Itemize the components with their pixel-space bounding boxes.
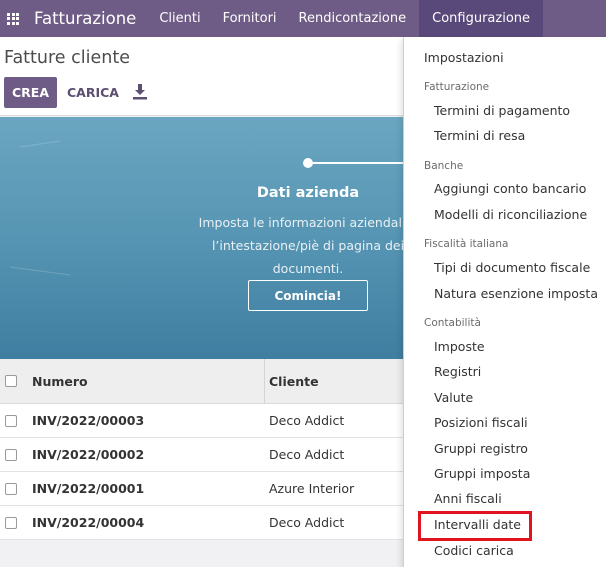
- menu-item-codici-carica[interactable]: Codici carica: [434, 543, 514, 558]
- banner-desc-line: l’intestazione/piè di pagina dei: [211, 238, 405, 253]
- step-indicator-line: [313, 162, 403, 164]
- menu-item-gruppi-imposta[interactable]: Gruppi imposta: [434, 466, 530, 481]
- menu-item-imposte[interactable]: Imposte: [434, 339, 485, 354]
- cell-numero: INV/2022/00004: [32, 515, 145, 530]
- apps-menu-icon[interactable]: [1, 0, 25, 37]
- start-button[interactable]: Comincia!: [248, 280, 368, 311]
- menu-item-anni-fiscali[interactable]: Anni fiscali: [434, 491, 502, 506]
- row-checkbox[interactable]: [5, 482, 17, 495]
- menu-fornitori[interactable]: Fornitori: [212, 0, 288, 37]
- cell-numero: INV/2022/00001: [32, 481, 145, 496]
- banner-description: Imposta le informazioni aziendali p l’in…: [180, 211, 436, 280]
- top-navbar: Fatturazione Clienti Fornitori Rendicont…: [0, 0, 606, 37]
- menu-item-posizioni-fiscali[interactable]: Posizioni fiscali: [434, 415, 528, 430]
- cell-numero: INV/2022/00002: [32, 447, 145, 462]
- menu-clienti[interactable]: Clienti: [148, 0, 211, 37]
- cell-cliente: Deco Addict: [269, 413, 345, 428]
- menu-configurazione[interactable]: Configurazione: [419, 0, 544, 37]
- select-all-checkbox[interactable]: [5, 375, 17, 387]
- menu-item-aggiungi-conto[interactable]: Aggiungi conto bancario: [434, 181, 586, 196]
- section-header-fatturazione: Fatturazione: [424, 81, 490, 93]
- breadcrumb: Fatture cliente: [4, 48, 130, 68]
- menu-item-valute[interactable]: Valute: [434, 390, 473, 405]
- step-indicator-dot: [303, 158, 313, 168]
- menu-item-natura-esenzione[interactable]: Natura esenzione imposta: [434, 286, 598, 301]
- banner-desc-line: documenti.: [272, 261, 344, 276]
- create-button[interactable]: CREA: [4, 77, 57, 108]
- highlight-box: [418, 511, 532, 541]
- row-checkbox[interactable]: [5, 448, 17, 461]
- menu-item-modelli-riconciliazione[interactable]: Modelli di riconciliazione: [434, 207, 587, 222]
- app-name[interactable]: Fatturazione: [34, 9, 136, 28]
- cell-cliente: Azure Interior: [269, 481, 355, 496]
- column-header-cliente[interactable]: Cliente: [269, 374, 319, 389]
- cell-numero: INV/2022/00003: [32, 413, 145, 428]
- menu-rendicontazione[interactable]: Rendicontazione: [288, 0, 418, 37]
- section-header-contabilita: Contabilità: [424, 317, 481, 329]
- section-header-fiscalita: Fiscalità italiana: [424, 238, 509, 250]
- menu-item-termini-pagamento[interactable]: Termini di pagamento: [434, 103, 570, 118]
- menu-item-termini-resa[interactable]: Termini di resa: [434, 128, 525, 143]
- menu-item-registri[interactable]: Registri: [434, 364, 481, 379]
- section-header-banche: Banche: [424, 160, 464, 172]
- menu-item-impostazioni[interactable]: Impostazioni: [424, 50, 504, 65]
- banner-desc-line: Imposta le informazioni aziendali p: [198, 215, 418, 230]
- row-checkbox[interactable]: [5, 516, 17, 529]
- menu-item-tipi-documento[interactable]: Tipi di documento fiscale: [434, 260, 590, 275]
- cell-cliente: Deco Addict: [269, 447, 345, 462]
- row-checkbox[interactable]: [5, 414, 17, 427]
- cell-cliente: Deco Addict: [269, 515, 345, 530]
- column-header-numero[interactable]: Numero: [32, 374, 88, 389]
- upload-button[interactable]: CARICA: [67, 77, 119, 108]
- configurazione-dropdown: Impostazioni Fatturazione Termini di pag…: [403, 37, 606, 567]
- menu-item-gruppi-registro[interactable]: Gruppi registro: [434, 441, 528, 456]
- download-icon[interactable]: [132, 83, 148, 101]
- column-divider: [264, 359, 265, 404]
